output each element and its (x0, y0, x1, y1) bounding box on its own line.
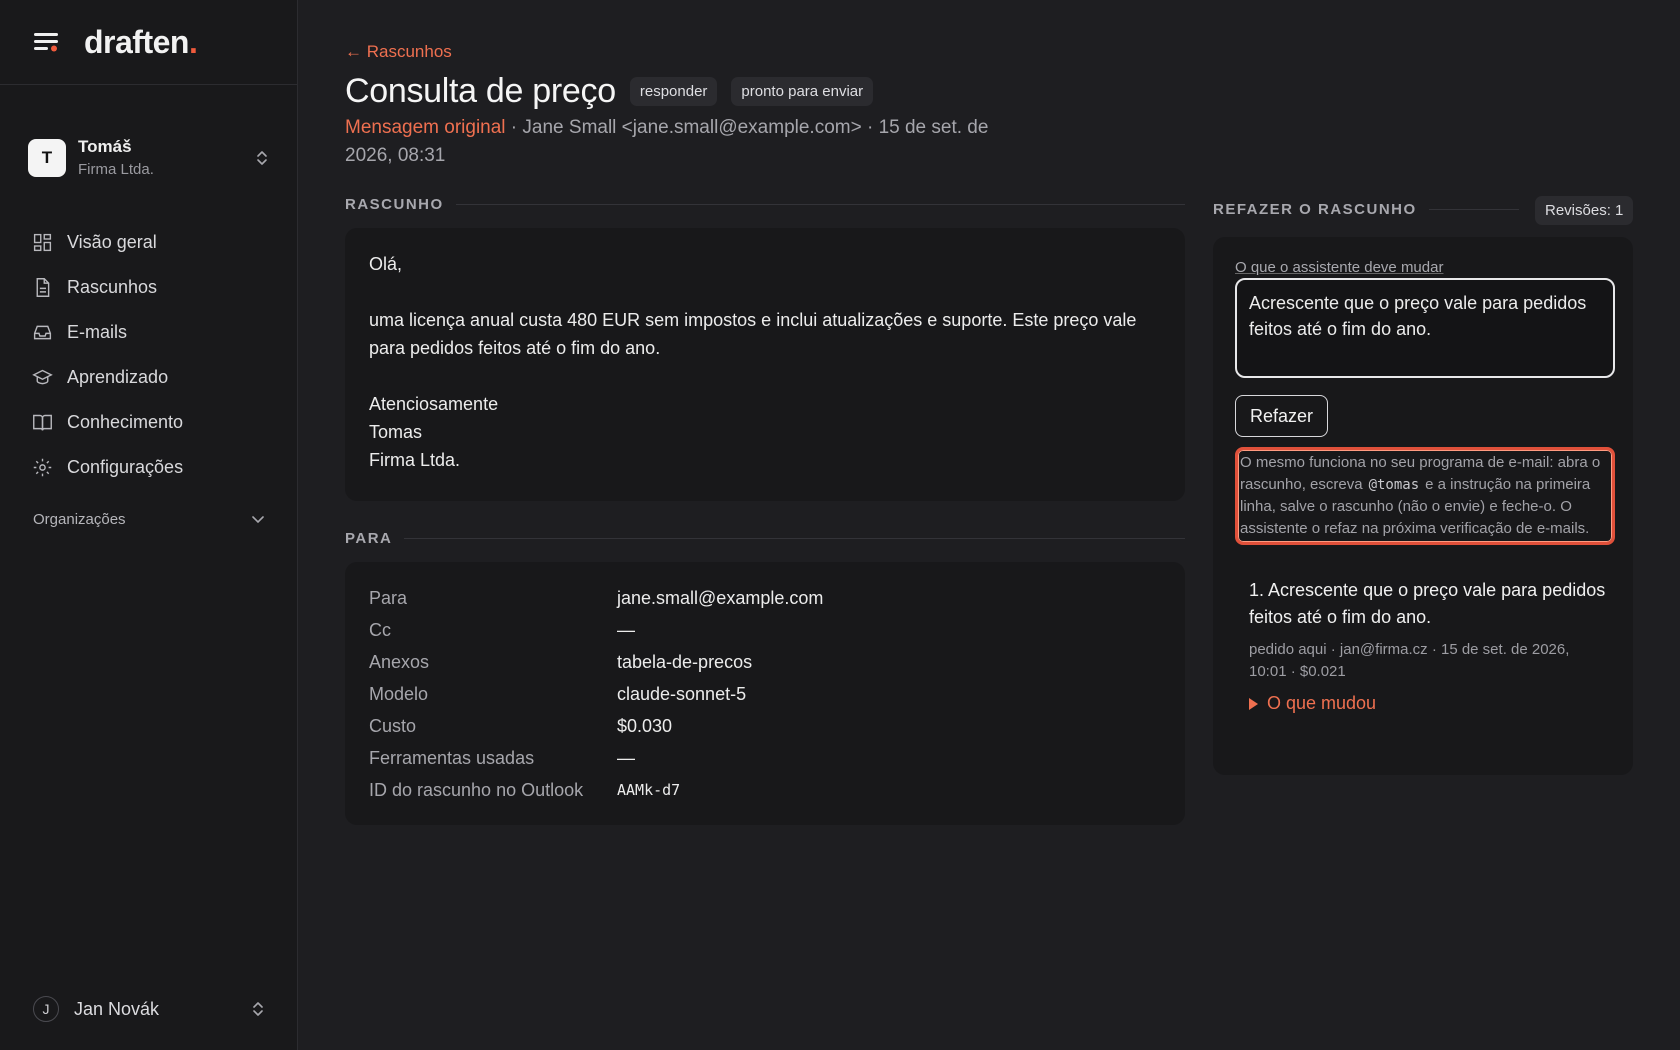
what-changed-label: O que mudou (1267, 693, 1377, 713)
sidebar-item-overview[interactable]: Visão geral (0, 220, 297, 265)
user-menu[interactable]: J Jan Novák (33, 994, 265, 1024)
sidebar: draften. T Tomáš Firma Ltda. Visão geral… (0, 0, 298, 1050)
detail-row-tools: Ferramentas usadas — (369, 747, 635, 768)
status-badge-reply: responder (629, 77, 718, 106)
account-org: Firma Ltda. (78, 161, 154, 178)
redo-card: O que o assistente deve mudar Refazer O … (1213, 237, 1633, 775)
sidebar-item-label: Visão geral (67, 232, 157, 252)
divider (1428, 209, 1519, 210)
recipients-section-header: PARA (345, 530, 1185, 547)
draft-section-label: RASCUNHO (345, 196, 444, 213)
sidebar-nav: Visão geral Rascunhos E-mails Aprendizad… (0, 220, 297, 490)
message-meta: Mensagem original · Jane Small <jane.sma… (345, 114, 1005, 170)
document-icon (36, 278, 50, 297)
book-icon (33, 414, 52, 431)
detail-row-cc: Cc — (369, 619, 635, 640)
draft-section-header: RASCUNHO (345, 196, 1185, 213)
chevron-down-icon (252, 516, 264, 524)
what-changed-toggle[interactable]: O que mudou (1249, 693, 1611, 714)
inbox-icon (33, 325, 52, 340)
avatar: J (33, 996, 59, 1022)
recipients-card: Para jane.small@example.com Cc — Anexos tab… (345, 562, 1185, 825)
sidebar-item-learning[interactable]: Aprendizado (0, 355, 297, 400)
detail-row-outlook-id: ID do rascunho no Outlook AAMk-d7 (369, 779, 681, 800)
instruction-input[interactable] (1235, 278, 1615, 378)
menu-icon[interactable] (34, 31, 60, 53)
organizations-label: Organizações (33, 510, 126, 528)
disclosure-triangle-icon (1249, 697, 1258, 710)
sidebar-item-label: Conhecimento (67, 412, 184, 432)
revision-item: 1. Acrescente que o preço vale para pedi… (1235, 577, 1611, 714)
account-name: Tomáš (78, 137, 132, 156)
detail-row-model: Modelo claude-sonnet-5 (369, 683, 747, 704)
account-switcher[interactable]: T Tomáš Firma Ltda. (0, 85, 297, 200)
detail-row-to: Para jane.small@example.com (369, 587, 824, 608)
graduation-cap-icon (32, 369, 53, 385)
revision-meta: pedido aqui · jan@firma.cz · 15 de set. … (1249, 641, 1570, 680)
user-name: Jan Novák (74, 998, 160, 1019)
divider (404, 538, 1185, 539)
organizations-toggle[interactable]: Organizações (0, 504, 297, 534)
brand-bar: draften. (0, 0, 297, 85)
redo-section-label: REFAZER O RASCUNHO (1213, 201, 1417, 218)
detail-row-cost: Custo $0.030 (369, 715, 673, 736)
redo-section-header: REFAZER O RASCUNHO (1213, 201, 1519, 218)
chevron-up-down-icon (253, 1002, 263, 1016)
status-badge-ready: pronto para enviar (731, 77, 874, 106)
draft-paragraph: Olá, (369, 254, 403, 274)
sidebar-item-label: Configurações (67, 457, 184, 477)
recipients-section-label: PARA (345, 530, 393, 547)
account-avatar: T (28, 138, 66, 177)
chevron-up-down-icon (257, 150, 267, 165)
original-message-link[interactable]: Mensagem original (345, 117, 506, 138)
instruction-label: O que o assistente deve mudar (1235, 259, 1444, 276)
sidebar-item-label: E-mails (67, 322, 128, 342)
sidebar-item-label: Aprendizado (67, 367, 169, 387)
logo[interactable]: draften. (84, 24, 198, 61)
details-list: Para jane.small@example.com Cc — Anexos tab… (345, 562, 1185, 826)
revision-title: 1. Acrescente que o preço vale para pedi… (1249, 580, 1606, 627)
redo-button[interactable]: Refazer (1235, 395, 1329, 437)
dashboard-icon (33, 233, 52, 252)
draft-paragraph: Atenciosamente Tomas Firma Ltda. (369, 394, 499, 470)
draft-paragraph: uma licença anual custa 480 EUR sem impo… (369, 310, 1137, 358)
divider (455, 204, 1185, 205)
sidebar-item-label: Rascunhos (67, 277, 158, 297)
sidebar-item-knowledge[interactable]: Conhecimento (0, 400, 297, 445)
title-row: Consulta de preço responder pronto para … (345, 72, 874, 111)
revisions-badge: Revisões: 1 (1535, 196, 1634, 225)
sidebar-item-drafts[interactable]: Rascunhos (0, 265, 297, 310)
sidebar-item-emails[interactable]: E-mails (0, 310, 297, 355)
back-to-drafts-link[interactable]: ← Rascunhos (345, 42, 452, 62)
sidebar-item-settings[interactable]: Configurações (0, 445, 297, 490)
mention-code: @tomas (1368, 477, 1420, 493)
draft-body[interactable]: Olá, uma licença anual custa 480 EUR sem… (345, 228, 1185, 496)
gear-icon (33, 458, 52, 477)
page-title: Consulta de preço (345, 72, 616, 110)
email-client-hint: O mesmo funciona no seu programa de e-ma… (1235, 447, 1615, 545)
detail-row-attachments: Anexos tabela-de-precos (369, 651, 753, 672)
draft-card: Olá, uma licença anual custa 480 EUR sem… (345, 228, 1185, 501)
